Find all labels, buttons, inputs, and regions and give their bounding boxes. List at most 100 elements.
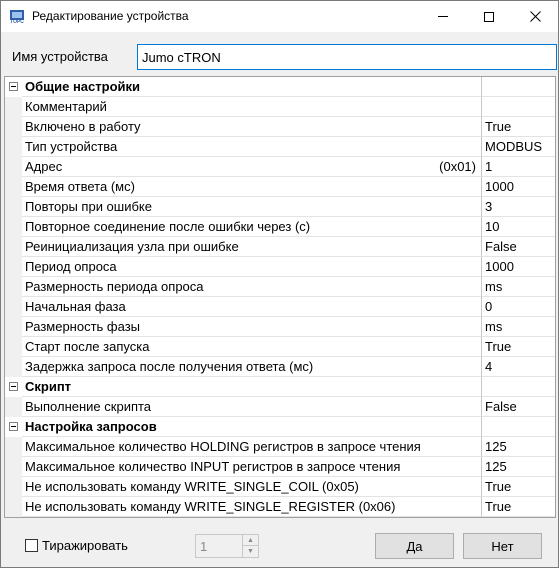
grid-property-row[interactable]: Повторное соединение после ошибки через … (5, 217, 555, 237)
close-button[interactable] (512, 1, 558, 32)
app-icon: ТОРС (9, 9, 25, 25)
grid-property-row[interactable]: Размерность периода опроса ms (5, 277, 555, 297)
property-name: Максимальное количество HOLDING регистро… (22, 437, 482, 457)
grid-property-row[interactable]: Размерность фазы ms (5, 317, 555, 337)
device-name-label: Имя устройства (12, 49, 108, 64)
row-gutter (5, 97, 22, 117)
grid-property-row[interactable]: Выполнение скрипта False (5, 397, 555, 417)
grid-property-row[interactable]: Начальная фаза 0 (5, 297, 555, 317)
property-value[interactable]: MODBUS (482, 137, 555, 157)
grid-category-row[interactable]: Общие настройки (5, 77, 555, 97)
property-name: Размерность фазы (22, 317, 482, 337)
collapse-icon[interactable] (9, 422, 18, 431)
property-value (482, 377, 555, 397)
grid-category-row[interactable]: Скрипт (5, 377, 555, 397)
grid-property-row[interactable]: Период опроса 1000 (5, 257, 555, 277)
property-value[interactable]: True (482, 337, 555, 357)
category-label: Общие настройки (22, 77, 482, 97)
property-name-text: Включено в работу (25, 119, 141, 134)
ok-button[interactable]: Да (375, 533, 454, 559)
grid-category-row[interactable]: Настройка запросов (5, 417, 555, 437)
grid-property-row[interactable]: Реинициализация узла при ошибке False (5, 237, 555, 257)
dialog-footer: Тиражировать 1 ▲ ▼ Да Нет (1, 528, 558, 564)
replicate-checkbox[interactable] (25, 539, 38, 552)
row-gutter (5, 277, 22, 297)
property-grid[interactable]: Общие настройки Комментарий Включено в раб… (4, 76, 556, 518)
close-icon (529, 11, 541, 22)
row-gutter (5, 337, 22, 357)
property-name-text: Повторное соединение после ошибки через … (25, 219, 311, 234)
property-value[interactable]: False (482, 397, 555, 417)
row-gutter (5, 317, 22, 337)
property-name-text: Максимальное количество HOLDING регистро… (25, 439, 421, 454)
row-gutter (5, 177, 22, 197)
row-gutter (5, 77, 22, 97)
property-name-text: Задержка запроса после получения ответа … (25, 359, 314, 374)
grid-property-row[interactable]: Тип устройства MODBUS (5, 137, 555, 157)
property-value[interactable]: True (482, 477, 555, 497)
property-value[interactable]: True (482, 497, 555, 517)
property-name-text: Общие настройки (25, 79, 140, 94)
grid-property-row[interactable]: Не использовать команду WRITE_SINGLE_COI… (5, 477, 555, 497)
property-name: Задержка запроса после получения ответа … (22, 357, 482, 377)
property-value[interactable]: 1 (482, 157, 555, 177)
property-name: Начальная фаза (22, 297, 482, 317)
property-name: Период опроса (22, 257, 482, 277)
property-value[interactable]: 125 (482, 457, 555, 477)
property-value[interactable]: 10 (482, 217, 555, 237)
property-name-text: Скрипт (25, 379, 72, 394)
replicate-checkbox-group[interactable]: Тиражировать (25, 538, 128, 553)
grid-property-row[interactable]: Задержка запроса после получения ответа … (5, 357, 555, 377)
property-name-text: Не использовать команду WRITE_SINGLE_REG… (25, 499, 396, 514)
device-name-input[interactable] (137, 44, 557, 70)
property-name: Время ответа (мс) (22, 177, 482, 197)
property-value[interactable]: True (482, 117, 555, 137)
property-value[interactable]: 1000 (482, 257, 555, 277)
property-value[interactable]: ms (482, 277, 555, 297)
property-name: Размерность периода опроса (22, 277, 482, 297)
row-gutter (5, 297, 22, 317)
row-gutter (5, 257, 22, 277)
grid-property-row[interactable]: Время ответа (мс) 1000 (5, 177, 555, 197)
row-gutter (5, 417, 22, 437)
grid-property-row[interactable]: Комментарий (5, 97, 555, 117)
property-name-text: Настройка запросов (25, 419, 157, 434)
grid-property-row[interactable]: Включено в работу True (5, 117, 555, 137)
property-name-text: Старт после запуска (25, 339, 150, 354)
property-name: Реинициализация узла при ошибке (22, 237, 482, 257)
app-icon-text: ТОРС (10, 19, 24, 25)
property-value[interactable]: 3 (482, 197, 555, 217)
grid-property-row[interactable]: Не использовать команду WRITE_SINGLE_REG… (5, 497, 555, 517)
grid-property-row[interactable]: Максимальное количество INPUT регистров … (5, 457, 555, 477)
cancel-button[interactable]: Нет (463, 533, 542, 559)
maximize-icon (484, 11, 494, 22)
device-name-row: Имя устройства (1, 44, 558, 70)
property-name-text: Размерность фазы (25, 319, 141, 334)
spinner-buttons: ▲ ▼ (242, 535, 258, 557)
property-value[interactable]: 1000 (482, 177, 555, 197)
property-name: Старт после запуска (22, 337, 482, 357)
row-gutter (5, 397, 22, 417)
grid-property-row[interactable]: Максимальное количество HOLDING регистро… (5, 437, 555, 457)
title-bar[interactable]: ТОРС Редактирование устройства (1, 1, 558, 32)
property-value (482, 77, 555, 97)
collapse-icon[interactable] (9, 382, 18, 391)
property-name-text: Выполнение скрипта (25, 399, 152, 414)
grid-property-row[interactable]: Повторы при ошибке 3 (5, 197, 555, 217)
grid-property-row[interactable]: Старт после запуска True (5, 337, 555, 357)
replicate-label[interactable]: Тиражировать (42, 538, 128, 553)
property-name-text: Реинициализация узла при ошибке (25, 239, 239, 254)
property-name-text: Комментарий (25, 99, 107, 114)
grid-property-row[interactable]: Адрес (0x01) 1 (5, 157, 555, 177)
property-name: Выполнение скрипта (22, 397, 482, 417)
maximize-button[interactable] (466, 1, 512, 32)
collapse-icon[interactable] (9, 82, 18, 91)
minimize-button[interactable] (420, 1, 466, 32)
property-value[interactable]: ms (482, 317, 555, 337)
property-value[interactable]: 125 (482, 437, 555, 457)
property-name-text: Время ответа (мс) (25, 179, 135, 194)
property-value[interactable]: 4 (482, 357, 555, 377)
property-value[interactable]: False (482, 237, 555, 257)
property-value[interactable] (482, 97, 555, 117)
property-value[interactable]: 0 (482, 297, 555, 317)
